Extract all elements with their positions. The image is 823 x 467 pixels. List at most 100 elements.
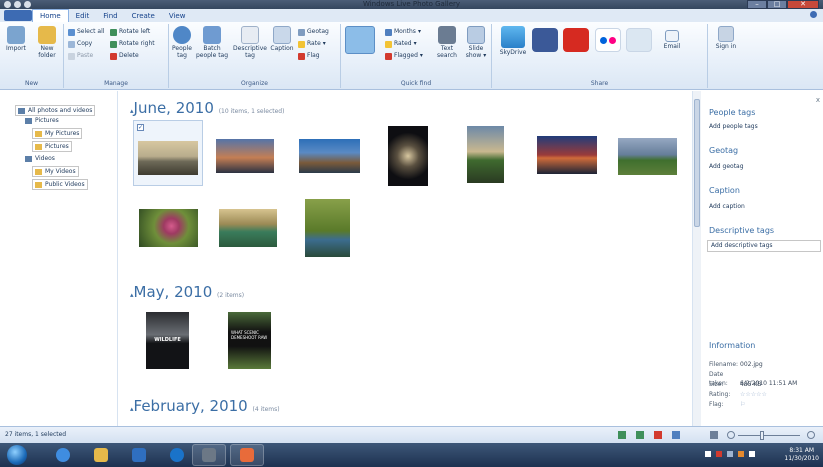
folder-icon — [35, 143, 42, 150]
descriptive-tags-input[interactable]: Add descriptive tags — [707, 240, 821, 252]
vertical-scrollbar[interactable] — [692, 91, 701, 426]
email-button[interactable]: Email — [662, 30, 682, 50]
people-tag-button[interactable]: People tag — [171, 26, 193, 59]
rotate-right-icon[interactable] — [636, 431, 644, 439]
tab-find[interactable]: Find — [96, 10, 124, 22]
clock[interactable]: 8:31 AM 11/30/2010 — [784, 447, 819, 463]
add-geotag-link[interactable]: Add geotag — [709, 163, 744, 170]
flagged-button[interactable]: Flagged ▾ — [385, 52, 423, 60]
taskbar-photo-gallery[interactable] — [230, 444, 264, 466]
close-button[interactable]: ✕ — [787, 0, 819, 9]
calendar-icon — [385, 28, 392, 36]
rated-button[interactable]: Rated ▾ — [385, 40, 417, 48]
zoom-slider-thumb[interactable] — [760, 431, 764, 440]
app-menu-button[interactable] — [4, 10, 32, 21]
new-folder-button[interactable]: New folder — [34, 26, 60, 59]
photo-thumbnail[interactable] — [299, 139, 360, 173]
volume-icon[interactable] — [749, 451, 755, 457]
nav-my-pictures[interactable]: My Pictures — [32, 128, 83, 139]
information-heading: Information — [709, 341, 756, 350]
photo-thumbnail[interactable] — [618, 138, 677, 175]
show-hidden-icon[interactable] — [705, 451, 711, 457]
rotate-left-icon[interactable] — [618, 431, 626, 439]
copy-button[interactable]: Copy — [68, 40, 92, 48]
photo-thumbnail[interactable] — [139, 209, 198, 247]
import-button[interactable]: Import — [6, 26, 26, 52]
batch-people-tag-button[interactable]: Batch people tag — [195, 26, 229, 59]
photo-thumbnail[interactable] — [537, 136, 597, 174]
rate-button[interactable]: Rate ▾ — [298, 40, 326, 48]
month-header-june[interactable]: ▴June, 2010 (10 items, 1 selected) — [130, 100, 284, 120]
month-header-may[interactable]: ▴May, 2010 (2 items) — [130, 284, 244, 304]
taskbar-internet-explorer[interactable] — [46, 444, 80, 466]
add-caption-link[interactable]: Add caption — [709, 203, 745, 210]
taskbar-explorer[interactable] — [84, 444, 118, 466]
photo-thumbnail[interactable] — [467, 126, 504, 183]
action-center-icon[interactable] — [716, 451, 722, 457]
flickr-icon[interactable] — [595, 28, 621, 52]
nav-public-videos[interactable]: Public Videos — [32, 179, 88, 190]
nav-public-pictures[interactable]: Pictures — [32, 141, 72, 152]
caption-button[interactable]: Caption — [270, 26, 294, 52]
photo-thumbnail[interactable] — [219, 209, 277, 247]
selection-checkbox[interactable]: ✓ — [137, 124, 144, 131]
view-details-icon[interactable] — [710, 431, 718, 439]
scrollbar-thumb[interactable] — [694, 99, 700, 227]
people-tags-heading: People tags — [709, 108, 756, 117]
video-thumbnail-wildlife[interactable]: WILDLIFE — [146, 312, 189, 369]
close-pane-icon[interactable]: x — [816, 96, 820, 104]
youtube-icon[interactable] — [563, 28, 589, 52]
zoom-in-icon[interactable] — [807, 431, 815, 439]
people-filter-button[interactable] — [344, 26, 376, 55]
help-icon[interactable] — [810, 11, 817, 18]
descriptive-tag-button[interactable]: Descriptive tag — [231, 26, 269, 59]
delete-button[interactable]: Delete — [110, 52, 139, 60]
tab-edit[interactable]: Edit — [69, 10, 97, 22]
nav-pictures[interactable]: Pictures — [23, 116, 61, 125]
months-button[interactable]: Months ▾ — [385, 28, 421, 36]
skydrive-button[interactable]: SkyDrive — [499, 26, 527, 56]
power-icon[interactable] — [738, 451, 744, 457]
taskbar-app[interactable] — [192, 444, 226, 466]
video-thumbnail-scenic[interactable]: WHAT SCENIC DEMESHOOT RAW — [228, 312, 271, 369]
tab-view[interactable]: View — [162, 10, 193, 22]
rotate-left-button[interactable]: Rotate left — [110, 28, 150, 36]
slideshow-icon[interactable] — [672, 431, 680, 439]
photo-thumbnail[interactable] — [216, 139, 274, 173]
tab-create[interactable]: Create — [125, 10, 162, 22]
zoom-out-icon[interactable] — [727, 431, 735, 439]
network-icon[interactable] — [727, 451, 733, 457]
start-button[interactable] — [7, 445, 27, 465]
zoom-slider-track[interactable] — [738, 435, 800, 436]
photo-thumbnail-selected[interactable]: ✓ — [133, 120, 203, 186]
tab-home[interactable]: Home — [32, 9, 69, 22]
month-header-february[interactable]: ▴February, 2010 (4 items) — [130, 398, 280, 418]
copy-icon — [68, 40, 75, 48]
taskbar-media-player[interactable] — [122, 444, 156, 466]
delete-icon[interactable] — [654, 431, 662, 439]
system-tray — [705, 451, 755, 457]
photo-thumbnail[interactable] — [305, 199, 350, 257]
photo-thumbnail[interactable] — [388, 126, 428, 186]
minimize-button[interactable]: – — [747, 0, 767, 9]
nav-all-photos-and-videos[interactable]: All photos and videos — [15, 105, 96, 116]
group-manage: Select all Copy Paste Rotate left Rotate… — [64, 24, 169, 88]
geotag-button[interactable]: Geotag — [298, 28, 329, 36]
rotate-right-button[interactable]: Rotate right — [110, 40, 155, 48]
slide-show-button[interactable]: Slide show ▾ — [464, 26, 488, 59]
nav-my-videos[interactable]: My Videos — [32, 166, 79, 177]
flag-toggle[interactable]: ⚐ — [740, 401, 745, 408]
windows-live-people-icon[interactable] — [626, 28, 652, 52]
sign-in-button[interactable]: Sign in — [714, 26, 738, 50]
taskbar-dell[interactable] — [160, 444, 194, 466]
ribbon-tabs: Home Edit Find Create View — [0, 9, 823, 22]
facebook-icon[interactable] — [532, 28, 558, 52]
paste-button[interactable]: Paste — [68, 52, 93, 60]
maximize-button[interactable]: □ — [767, 0, 787, 9]
text-search-button[interactable]: Text search — [435, 26, 459, 59]
add-people-tags-link[interactable]: Add people tags — [709, 123, 758, 130]
rating-stars[interactable]: ☆☆☆☆☆ — [740, 391, 767, 398]
flag-button[interactable]: Flag — [298, 52, 320, 60]
select-all-button[interactable]: Select all — [68, 28, 104, 36]
nav-videos[interactable]: Videos — [23, 154, 57, 163]
